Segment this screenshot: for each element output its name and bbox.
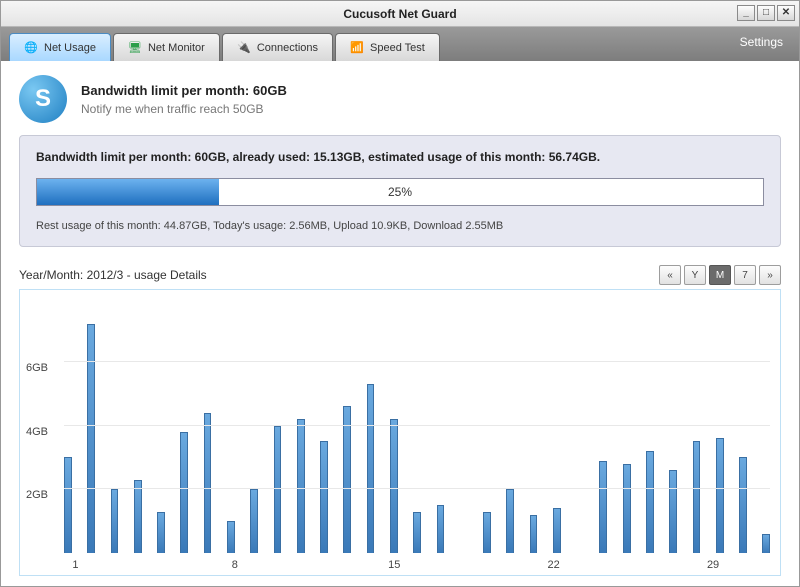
settings-link[interactable]: Settings	[740, 35, 783, 49]
chart-bar	[437, 505, 445, 553]
bandwidth-limit-label: Bandwidth limit per month: 60GB	[81, 83, 287, 98]
chart-bar	[157, 512, 165, 553]
chart-bar	[227, 521, 235, 553]
chart-bar	[693, 441, 701, 553]
chart-bar	[297, 419, 305, 553]
chart-gridline	[64, 488, 770, 489]
details-period-label: Year/Month: 2012/3 - usage Details	[19, 268, 207, 282]
chart-bar	[204, 413, 212, 553]
usage-progress-label: 25%	[37, 179, 763, 205]
usage-chart: 2GB 4GB 6GB 1 8 15 22 29	[19, 289, 781, 576]
range-year-button[interactable]: Y	[684, 265, 706, 285]
chart-x-tick-label: 22	[548, 559, 560, 571]
usage-summary-text: Bandwidth limit per month: 60GB, already…	[36, 150, 764, 164]
header-row: S Bandwidth limit per month: 60GB Notify…	[19, 75, 781, 123]
usage-summary-panel: Bandwidth limit per month: 60GB, already…	[19, 135, 781, 247]
restore-button[interactable]: □	[757, 5, 775, 21]
header-text: Bandwidth limit per month: 60GB Notify m…	[81, 83, 287, 116]
chart-bar	[87, 324, 95, 554]
chart-bar	[274, 426, 282, 554]
tab-label: Speed Test	[370, 42, 425, 54]
chart-bar	[483, 512, 491, 553]
window-title: Cucusoft Net Guard	[343, 7, 456, 21]
chart-y-tick-label: 6GB	[26, 362, 48, 374]
chart-x-tick-label: 29	[707, 559, 719, 571]
notify-threshold-label: Notify me when traffic reach 50GB	[81, 102, 287, 116]
chart-bar	[390, 419, 398, 553]
chart-bars	[64, 298, 770, 553]
chart-bar	[553, 508, 561, 553]
tab-net-usage[interactable]: 🌐 Net Usage	[9, 33, 111, 61]
tab-speed-test[interactable]: 📶 Speed Test	[335, 33, 440, 61]
chart-plot-area	[64, 298, 770, 553]
plug-icon: 🔌	[237, 41, 251, 55]
chart-bar	[739, 457, 747, 553]
content-area: S Bandwidth limit per month: 60GB Notify…	[1, 61, 799, 586]
chart-gridline	[64, 361, 770, 362]
tab-net-monitor[interactable]: 🖥 Net Monitor	[113, 33, 220, 61]
range-prev-button[interactable]: «	[659, 265, 681, 285]
app-logo-icon: S	[19, 75, 67, 123]
chart-bar	[599, 461, 607, 553]
chart-bar	[367, 384, 375, 553]
window-controls: _ □ ✕	[737, 5, 795, 21]
range-controls: «YM7»	[659, 265, 781, 285]
chart-y-tick-label: 2GB	[26, 489, 48, 501]
chart-bar	[716, 438, 724, 553]
tab-label: Net Monitor	[148, 42, 205, 54]
chart-bar	[762, 534, 770, 553]
chart-bar	[180, 432, 188, 553]
chart-bar	[506, 489, 514, 553]
chart-y-tick-label: 4GB	[26, 426, 48, 438]
chart-bar	[320, 441, 328, 553]
chart-gridline	[64, 425, 770, 426]
chart-x-tick-label: 1	[72, 559, 78, 571]
range-month-button[interactable]: M	[709, 265, 731, 285]
chart-bar	[64, 457, 72, 553]
chart-bar	[134, 480, 142, 553]
chart-bar	[646, 451, 654, 553]
chart-bar	[343, 406, 351, 553]
minimize-button[interactable]: _	[737, 5, 755, 21]
tab-connections[interactable]: 🔌 Connections	[222, 33, 333, 61]
chart-bar	[250, 489, 258, 553]
chart-x-tick-label: 15	[388, 559, 400, 571]
chart-x-tick-label: 8	[232, 559, 238, 571]
monitor-icon: 🖥	[128, 41, 142, 55]
app-window: Cucusoft Net Guard _ □ ✕ 🌐 Net Usage 🖥 Net …	[0, 0, 800, 587]
chart-bar	[413, 512, 421, 553]
chart-bar	[111, 489, 119, 553]
close-button[interactable]: ✕	[777, 5, 795, 21]
tab-label: Connections	[257, 42, 318, 54]
chart-bar	[530, 515, 538, 553]
titlebar: Cucusoft Net Guard _ □ ✕	[1, 1, 799, 27]
tab-bar: 🌐 Net Usage 🖥 Net Monitor 🔌 Connections 📶 Speed…	[1, 27, 799, 61]
usage-progress-bar: 25%	[36, 178, 764, 206]
tab-label: Net Usage	[44, 42, 96, 54]
details-header-row: Year/Month: 2012/3 - usage Details «YM7»	[19, 265, 781, 285]
gauge-icon: 📶	[350, 41, 364, 55]
usage-footer-text: Rest usage of this month: 44.87GB, Today…	[36, 220, 764, 232]
globe-icon: 🌐	[24, 41, 38, 55]
chart-bar	[623, 464, 631, 553]
chart-bar	[669, 470, 677, 553]
range-next-button[interactable]: »	[759, 265, 781, 285]
range-week-button[interactable]: 7	[734, 265, 756, 285]
